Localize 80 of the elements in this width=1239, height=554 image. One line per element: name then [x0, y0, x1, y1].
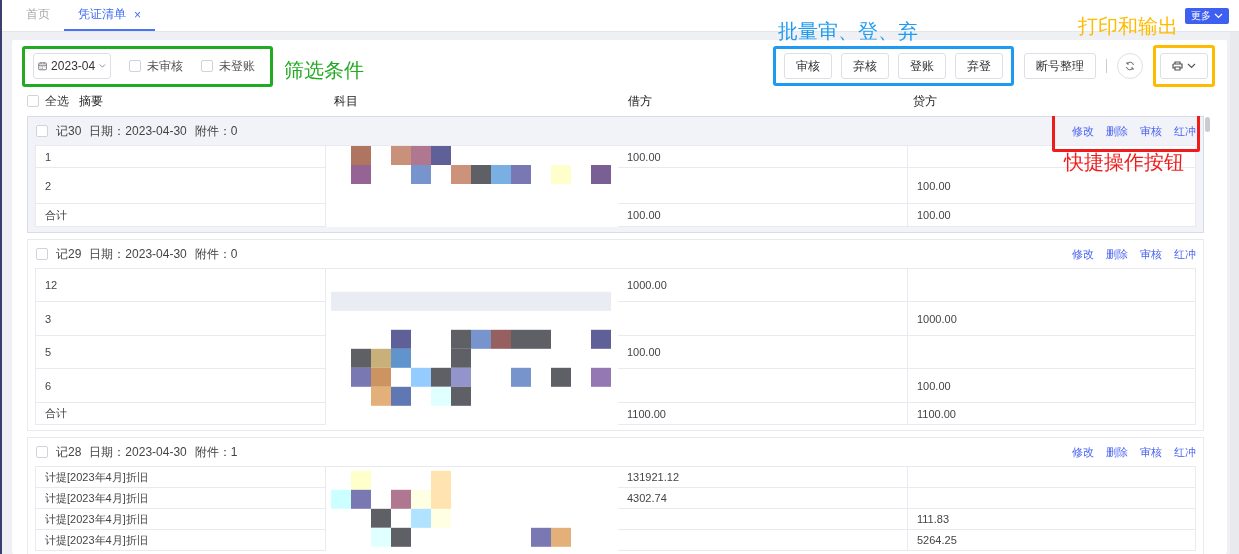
action-link[interactable]: 审核 — [1128, 123, 1162, 139]
checkbox[interactable] — [129, 60, 141, 72]
attachment-count: 附件：0 — [194, 122, 238, 140]
checkbox[interactable] — [36, 446, 48, 458]
tab[interactable]: 凭证清单 × — [64, 0, 155, 31]
table-cell: 100.00 — [618, 204, 908, 227]
annotation-label: 筛选条件 — [284, 57, 364, 83]
table-cell: 3 — [36, 302, 326, 336]
table-cell: 5 — [36, 336, 326, 369]
voucher-date: 日期：2023-04-30 — [89, 245, 187, 263]
voucher-date: 日期：2023-04-30 — [89, 443, 187, 461]
table-cell: 计提[2023年4月]折旧 — [36, 509, 326, 530]
action-link[interactable]: 红冲 — [1162, 444, 1196, 460]
column-header: 贷方 — [912, 92, 938, 110]
table-cell: 12 — [36, 269, 326, 302]
table-cell: 100.00 — [618, 336, 908, 369]
action-link[interactable]: 删除 — [1094, 246, 1128, 262]
table-cell: 1000.00 — [618, 269, 908, 302]
filter-checkbox[interactable]: 未登账 — [201, 57, 255, 75]
voucher-number: 记28 — [56, 443, 82, 461]
action-link[interactable]: 删除 — [1094, 444, 1128, 460]
table-cell: 合计 — [36, 204, 326, 227]
table-cell: 2 — [36, 168, 326, 204]
action-link[interactable]: 修改 — [1060, 444, 1094, 460]
table-cell: 131921.12 — [618, 467, 908, 488]
annotation-label: 打印和输出 — [1078, 14, 1178, 39]
attachment-count: 附件：0 — [194, 245, 238, 263]
close-icon[interactable]: × — [134, 7, 141, 22]
printer-icon — [1172, 61, 1183, 71]
voucher-number: 记30 — [56, 122, 82, 140]
action-link[interactable]: 红冲 — [1162, 246, 1196, 262]
checkbox[interactable] — [201, 60, 213, 72]
voucher-date: 日期：2023-04-30 — [89, 122, 187, 140]
table-cell: 合计 — [36, 403, 326, 425]
scrollbar[interactable] — [1230, 32, 1239, 554]
chevron-down-icon — [1214, 13, 1223, 19]
table-cell: 100.00 — [618, 146, 908, 168]
date-picker[interactable]: 2023-04 — [33, 53, 111, 79]
calendar-icon — [38, 60, 48, 72]
table-cell: 111.83 — [908, 509, 1196, 530]
action-link[interactable]: 修改 — [1060, 246, 1094, 262]
attachment-count: 附件：1 — [194, 443, 238, 461]
voucher-number: 记29 — [56, 245, 82, 263]
column-header: 借方 — [627, 92, 653, 110]
table-cell: 计提[2023年4月]折旧 — [36, 530, 326, 551]
action-link[interactable]: 审核 — [1128, 246, 1162, 262]
action-link[interactable]: 审核 — [1128, 444, 1162, 460]
checkbox[interactable] — [27, 95, 39, 107]
table-cell: 100.00 — [908, 369, 1196, 403]
filter-checkbox[interactable]: 未审核 — [129, 57, 183, 75]
table-cell: 1100.00 — [618, 403, 908, 425]
checkbox[interactable] — [36, 125, 48, 137]
batch-button[interactable]: 审核 — [784, 53, 832, 79]
renumber-button[interactable]: 断号整理 — [1024, 53, 1096, 79]
more-button[interactable]: 更多 — [1185, 8, 1229, 24]
select-all-checkbox[interactable]: 全选 — [27, 92, 79, 110]
table-cell: 1000.00 — [908, 302, 1196, 336]
column-header: 摘要 — [79, 92, 104, 110]
table-cell: 6 — [36, 369, 326, 403]
batch-button[interactable]: 登账 — [898, 53, 946, 79]
refresh-icon — [1125, 61, 1135, 71]
table-cell: 5264.25 — [908, 530, 1196, 551]
checkbox[interactable] — [36, 248, 48, 260]
batch-button[interactable]: 弃登 — [955, 53, 1003, 79]
column-header: 科目 — [333, 92, 359, 110]
action-link[interactable]: 修改 — [1060, 123, 1094, 139]
chevron-down-icon — [99, 63, 106, 69]
action-link[interactable]: 删除 — [1094, 123, 1128, 139]
table-cell: 计提[2023年4月]折旧 — [36, 488, 326, 509]
annotation-label: 批量审、登、弃 — [778, 19, 918, 44]
table-cell: 4302.74 — [618, 488, 908, 509]
table-cell: 100.00 — [908, 204, 1196, 227]
chevron-down-icon — [1187, 63, 1196, 69]
table-cell: 1100.00 — [908, 403, 1196, 425]
refresh-button[interactable] — [1117, 53, 1143, 79]
table-cell: 1 — [36, 146, 326, 168]
action-link[interactable]: 红冲 — [1162, 123, 1196, 139]
table-cell: 计提[2023年4月]折旧 — [36, 467, 326, 488]
print-button[interactable] — [1160, 53, 1208, 79]
batch-button[interactable]: 弃核 — [841, 53, 889, 79]
